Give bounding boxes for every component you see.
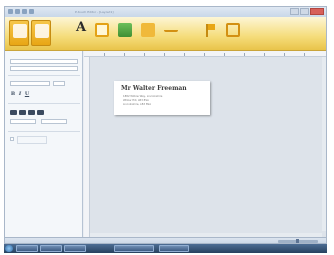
- taskbar-app-2[interactable]: [40, 245, 62, 252]
- line-icon: [164, 23, 178, 32]
- frame-icon: [95, 23, 109, 37]
- taskbar: [4, 244, 327, 253]
- app-window: P-touch Editor - [Layout1] A B I U Mr Wa…: [4, 6, 327, 244]
- underline-button[interactable]: U: [24, 91, 30, 97]
- properties-panel: B I U: [5, 51, 83, 237]
- print-button[interactable]: [9, 20, 29, 46]
- taskbar-app-3[interactable]: [64, 245, 86, 252]
- text-button[interactable]: A: [71, 20, 91, 46]
- spacing-field[interactable]: [10, 119, 36, 124]
- align-center-button[interactable]: [19, 110, 26, 115]
- zoom-slider[interactable]: [278, 239, 318, 243]
- image-button[interactable]: [115, 20, 135, 46]
- paper-length-field[interactable]: [10, 66, 78, 71]
- database-button[interactable]: [223, 20, 243, 46]
- image-icon: [118, 23, 132, 37]
- option-checkbox[interactable]: [10, 137, 14, 141]
- line-button[interactable]: [161, 20, 181, 46]
- italic-button[interactable]: I: [17, 91, 23, 97]
- align-right-button[interactable]: [28, 110, 35, 115]
- undo-icon[interactable]: [15, 9, 20, 14]
- font-field[interactable]: [10, 81, 50, 86]
- bold-button[interactable]: B: [10, 91, 16, 97]
- panel-divider-3: [8, 131, 80, 132]
- window-controls: [290, 8, 324, 15]
- printer-icon: [13, 24, 27, 38]
- paper-size-field[interactable]: [10, 59, 78, 64]
- font-size-field[interactable]: [53, 81, 65, 86]
- close-button[interactable]: [310, 8, 324, 15]
- print-quick-icon[interactable]: [29, 9, 34, 14]
- vertical-scrollbar[interactable]: [322, 57, 326, 231]
- title-bar: P-touch Editor - [Layout1]: [5, 7, 326, 17]
- shape-icon: [141, 23, 155, 37]
- label-name-text[interactable]: Mr Walter Freeman: [121, 85, 187, 92]
- taskbar-app-1[interactable]: [16, 245, 38, 252]
- database-icon: [226, 23, 240, 37]
- align-justify-button[interactable]: [37, 110, 44, 115]
- align-left-button[interactable]: [10, 110, 17, 115]
- quick-access-toolbar: [8, 9, 34, 14]
- text-format-group: B I U: [10, 91, 40, 97]
- horizontal-ruler: [84, 51, 326, 57]
- save-icon[interactable]: [8, 9, 13, 14]
- shape-button[interactable]: [138, 20, 158, 46]
- frame-button[interactable]: [92, 20, 112, 46]
- option-preview: [17, 136, 47, 144]
- text-a-icon: A: [76, 20, 87, 35]
- start-button[interactable]: [5, 245, 13, 252]
- paper-button[interactable]: [31, 20, 51, 46]
- label-address-line-2[interactable]: Willow Hill, LB3 8SA: [123, 99, 149, 102]
- address-label[interactable]: Mr Walter Freeman 1882 Willow Way, Linco…: [114, 81, 210, 115]
- vertical-ruler: [84, 57, 90, 237]
- maximize-button[interactable]: [300, 8, 309, 15]
- ribbon-toolbar: A: [5, 17, 326, 51]
- panel-divider: [8, 75, 80, 76]
- taskbar-app-editor[interactable]: [114, 245, 154, 252]
- indent-field[interactable]: [41, 119, 67, 124]
- taskbar-app-5[interactable]: [159, 245, 189, 252]
- label-address-line-3[interactable]: Lincolnshire, LB3 8SA: [123, 103, 151, 106]
- panel-divider-2: [8, 103, 80, 104]
- minimize-button[interactable]: [290, 8, 299, 15]
- window-title: P-touch Editor - [Layout1]: [75, 10, 114, 14]
- layout-canvas: Mr Walter Freeman 1882 Willow Way, Linco…: [84, 51, 326, 237]
- paper-icon: [35, 24, 49, 38]
- flag-icon: [203, 23, 217, 37]
- status-bar: [5, 237, 326, 243]
- flag-button[interactable]: [200, 20, 220, 46]
- label-address-line-1[interactable]: 1882 Willow Way, Lincolnshire: [123, 95, 162, 98]
- redo-icon[interactable]: [22, 9, 27, 14]
